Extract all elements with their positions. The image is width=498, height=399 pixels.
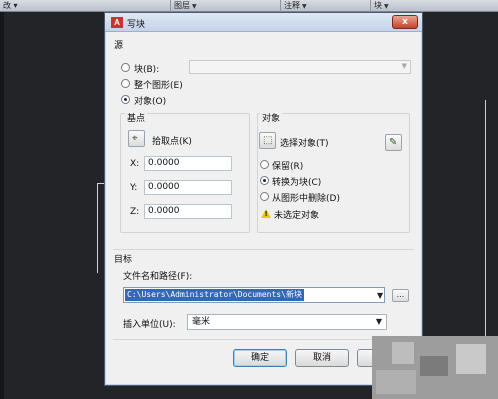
watermark-block bbox=[456, 344, 486, 374]
y-label: Y: bbox=[130, 183, 138, 193]
whole-drawing-label: 整个图形(E) bbox=[134, 81, 183, 91]
pick-point-label: 拾取点(K) bbox=[152, 137, 192, 147]
block-radio[interactable] bbox=[121, 63, 130, 72]
watermark-block bbox=[392, 342, 414, 364]
retain-radio[interactable] bbox=[260, 160, 269, 169]
chevron-down-icon: ▼ bbox=[302, 3, 307, 10]
x-coordinate-field[interactable]: 0.0000 bbox=[144, 156, 232, 171]
select-objects-button[interactable]: ⬚ bbox=[259, 132, 276, 149]
ribbon-panel-annotation[interactable]: 注释 ▼ bbox=[280, 0, 310, 12]
chevron-down-icon: ▼ bbox=[192, 3, 197, 10]
x-label: X: bbox=[130, 159, 140, 169]
watermark-block bbox=[376, 370, 416, 394]
y-coordinate-field[interactable]: 0.0000 bbox=[144, 180, 232, 195]
watermark-block bbox=[420, 356, 448, 376]
quick-select-button[interactable]: ✎ bbox=[385, 134, 402, 151]
canvas-left-edge bbox=[0, 12, 4, 399]
chevron-down-icon: ▼ bbox=[375, 317, 382, 326]
chevron-down-icon: ▼ bbox=[384, 3, 389, 10]
chevron-down-icon[interactable]: ▼ bbox=[377, 291, 383, 300]
chevron-down-icon: ▼ bbox=[401, 62, 407, 70]
drawing-line bbox=[485, 100, 486, 360]
file-path-label: 文件名和路径(F): bbox=[123, 272, 193, 282]
source-heading: 源 bbox=[114, 41, 124, 51]
objects-radio-label: 对象(O) bbox=[134, 97, 167, 107]
ribbon-panel-label: 注释 bbox=[284, 1, 300, 10]
ok-button[interactable]: 确定 bbox=[233, 349, 287, 367]
pick-point-button[interactable]: ⌖ bbox=[128, 130, 145, 147]
insert-units-select[interactable]: 毫米 ▼ bbox=[187, 314, 387, 330]
divider bbox=[113, 339, 414, 340]
ribbon-panel-layers[interactable]: 图层 ▼ bbox=[170, 0, 200, 12]
close-button[interactable]: x bbox=[392, 15, 418, 29]
block-radio-label: 块(B): bbox=[134, 65, 160, 75]
ribbon-panel-label: 改 ▾ bbox=[3, 1, 18, 10]
warning-icon bbox=[261, 209, 271, 218]
z-label: Z: bbox=[130, 207, 140, 217]
file-path-field[interactable]: C:\Users\Administrator\Documents\新块 bbox=[123, 287, 385, 303]
ribbon-panel-label: 块 bbox=[374, 1, 382, 10]
block-name-select[interactable]: ▼ bbox=[189, 60, 411, 74]
browse-button[interactable]: ... bbox=[392, 289, 409, 302]
convert-to-block-radio[interactable] bbox=[260, 176, 269, 185]
watermark-patch bbox=[372, 336, 498, 399]
insert-units-value: 毫米 bbox=[192, 317, 211, 327]
drawing-line bbox=[97, 183, 98, 273]
ribbon-panel-label: 图层 bbox=[174, 1, 190, 10]
ribbon-bar: 改 ▾ 图层 ▼ 注释 ▼ 块 ▼ bbox=[0, 0, 498, 12]
ribbon-panel-modify[interactable]: 改 ▾ bbox=[0, 0, 21, 12]
base-point-heading: 基点 bbox=[125, 111, 148, 124]
dialog-titlebar[interactable]: A 写块 x bbox=[105, 13, 422, 32]
ribbon-panel-block[interactable]: 块 ▼ bbox=[370, 0, 392, 12]
pick-point-icon: ⌖ bbox=[132, 133, 138, 144]
quick-select-icon: ✎ bbox=[389, 137, 398, 148]
select-objects-label: 选择对象(T) bbox=[280, 139, 329, 149]
divider bbox=[113, 249, 414, 250]
insert-units-label: 插入单位(U): bbox=[123, 320, 176, 330]
delete-from-drawing-label: 从图形中删除(D) bbox=[272, 194, 340, 204]
select-objects-icon: ⬚ bbox=[263, 135, 273, 146]
objects-radio[interactable] bbox=[121, 95, 130, 104]
write-block-dialog: A 写块 x 源 块(B): ▼ 整个图形(E) 对象(O) 基点 ⌖ 拾取点(… bbox=[104, 12, 423, 386]
whole-drawing-radio[interactable] bbox=[121, 79, 130, 88]
no-objects-selected-text: 未选定对象 bbox=[274, 211, 320, 221]
file-path-value: C:\Users\Administrator\Documents\新块 bbox=[125, 289, 304, 301]
cancel-button[interactable]: 取消 bbox=[295, 349, 349, 367]
retain-label: 保留(R) bbox=[272, 162, 304, 172]
objects-heading: 对象 bbox=[260, 111, 283, 124]
target-heading: 目标 bbox=[114, 255, 133, 265]
dialog-title: 写块 bbox=[127, 20, 146, 30]
autocad-app-icon: A bbox=[111, 17, 123, 28]
delete-from-drawing-radio[interactable] bbox=[260, 192, 269, 201]
z-coordinate-field[interactable]: 0.0000 bbox=[144, 204, 232, 219]
convert-to-block-label: 转换为块(C) bbox=[272, 178, 322, 188]
